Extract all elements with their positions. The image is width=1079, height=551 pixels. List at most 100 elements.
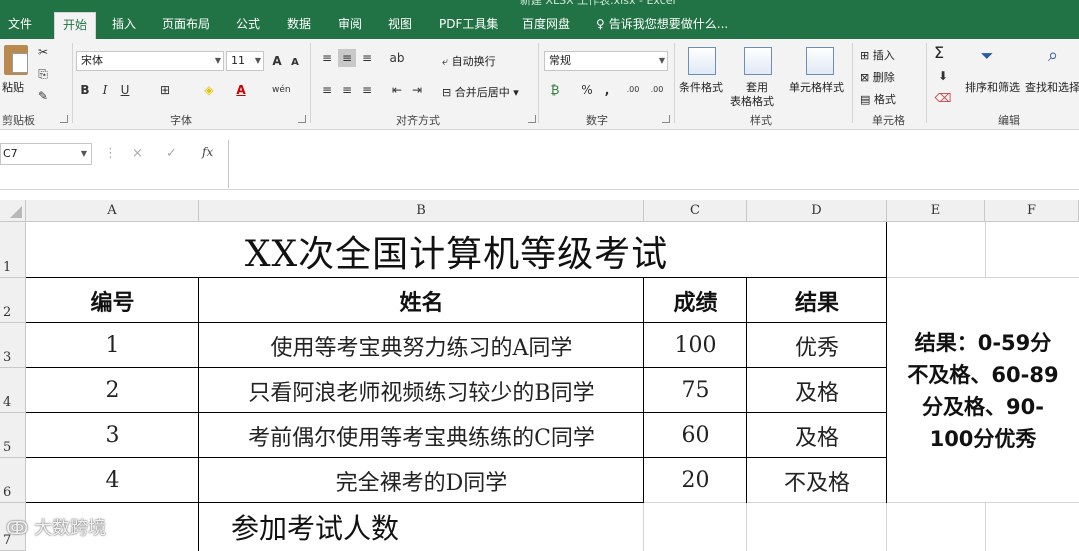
header-result[interactable]: 结果: [747, 278, 887, 323]
alignment-launcher-icon[interactable]: [528, 115, 536, 123]
decrease-indent-icon[interactable]: ⇤: [388, 81, 406, 99]
bold-button[interactable]: B: [76, 81, 94, 99]
conditional-format-label[interactable]: 条件格式: [679, 79, 723, 95]
font-size-select[interactable]: 11 ▼: [226, 51, 264, 71]
copy-icon[interactable]: ⎘: [34, 65, 52, 83]
tab-file[interactable]: 文件: [0, 12, 40, 39]
increase-decimal-button[interactable]: .00: [624, 81, 642, 99]
autosum-button[interactable]: Σ: [934, 43, 944, 62]
align-middle-icon[interactable]: ≡: [338, 49, 356, 67]
format-cells-button[interactable]: ▤ 格式: [860, 91, 896, 107]
cell-result[interactable]: 及格: [747, 368, 887, 413]
align-center-icon[interactable]: ≡: [338, 81, 356, 99]
sort-filter-label[interactable]: 排序和筛选: [965, 79, 1020, 95]
cell-name[interactable]: 完全裸考的D同学: [199, 458, 644, 503]
align-bottom-icon[interactable]: ≡: [358, 49, 376, 67]
insert-function-button[interactable]: fx: [202, 145, 213, 159]
row-header-1[interactable]: 1: [0, 222, 26, 278]
pinyin-button[interactable]: wén: [272, 81, 291, 99]
name-box[interactable]: C7 ▼: [0, 143, 92, 165]
find-select-label[interactable]: 查找和选择: [1025, 79, 1079, 95]
cell-name[interactable]: 考前偶尔使用等考宝典练练的C同学: [199, 413, 644, 458]
cell-result[interactable]: 及格: [747, 413, 887, 458]
delete-cells-button[interactable]: ⊠ 删除: [860, 69, 895, 85]
column-header-b[interactable]: B: [199, 200, 644, 222]
tab-baidu-netdisk[interactable]: 百度网盘: [514, 12, 578, 39]
tell-me-search[interactable]: ♀ 告诉我您想要做什么...: [588, 12, 736, 39]
tab-formulas[interactable]: 公式: [228, 12, 268, 39]
font-launcher-icon[interactable]: [298, 115, 306, 123]
percent-button[interactable]: %: [578, 81, 596, 99]
cell-id[interactable]: 3: [26, 413, 199, 458]
accounting-icon[interactable]: ₿: [546, 81, 564, 99]
row-header-6[interactable]: 6: [0, 458, 26, 503]
tab-data[interactable]: 数据: [279, 12, 319, 39]
row-header-3[interactable]: 3: [0, 323, 26, 368]
formula-input[interactable]: [228, 140, 1079, 188]
select-all-button[interactable]: [0, 200, 26, 222]
format-as-table-icon[interactable]: [744, 47, 772, 75]
cell-id[interactable]: 4: [26, 458, 199, 503]
enter-icon[interactable]: ✓: [166, 146, 177, 161]
column-header-f[interactable]: F: [985, 200, 1079, 222]
cell-result[interactable]: 不及格: [747, 458, 887, 503]
sheet-title[interactable]: XX次全国计算机等级考试: [26, 222, 887, 278]
grow-font-button[interactable]: A: [268, 52, 286, 70]
participant-count-label[interactable]: 参加考试人数: [199, 503, 644, 551]
sort-filter-icon[interactable]: ⏷: [978, 47, 996, 65]
header-name[interactable]: 姓名: [199, 278, 644, 323]
align-left-icon[interactable]: ≡: [318, 81, 336, 99]
row-header-4[interactable]: 4: [0, 368, 26, 413]
find-select-icon[interactable]: ⌕: [1044, 47, 1062, 65]
tab-page-layout[interactable]: 页面布局: [154, 12, 218, 39]
font-color-button[interactable]: A: [232, 81, 250, 99]
merge-center-button[interactable]: ⊟ 合并后居中 ▾: [442, 84, 519, 100]
column-header-a[interactable]: A: [26, 200, 199, 222]
shrink-font-button[interactable]: A: [286, 54, 304, 72]
increase-indent-icon[interactable]: ⇥: [408, 81, 426, 99]
decrease-decimal-button[interactable]: .00: [648, 81, 666, 99]
fill-color-icon[interactable]: ◈: [200, 81, 218, 99]
borders-icon[interactable]: ⊞: [156, 81, 174, 99]
comma-button[interactable]: ,: [598, 81, 616, 99]
format-as-table-label-2[interactable]: 表格格式: [730, 93, 774, 109]
paste-label[interactable]: 粘贴: [2, 79, 24, 95]
cell-id[interactable]: 2: [26, 368, 199, 413]
cell-name[interactable]: 只看阿浪老师视频练习较少的B同学: [199, 368, 644, 413]
number-launcher-icon[interactable]: [662, 115, 670, 123]
column-header-d[interactable]: D: [747, 200, 887, 222]
header-score[interactable]: 成绩: [644, 278, 747, 323]
paste-icon[interactable]: [4, 45, 28, 75]
column-header-c[interactable]: C: [644, 200, 747, 222]
cell-id[interactable]: 1: [26, 323, 199, 368]
wrap-text-button[interactable]: ⤶ 自动换行: [442, 53, 496, 69]
cell-styles-icon[interactable]: [806, 47, 834, 75]
number-format-select[interactable]: 常规 ▼: [544, 51, 668, 71]
tab-home[interactable]: 开始: [54, 12, 97, 39]
grading-note[interactable]: 结果：0-59分 不及格、60-89 分及格、90- 100分优秀: [887, 278, 1079, 503]
insert-cells-button[interactable]: ⊞ 插入: [860, 47, 895, 63]
cell-score[interactable]: 60: [644, 413, 747, 458]
column-header-e[interactable]: E: [887, 200, 985, 222]
tab-view[interactable]: 视图: [380, 12, 420, 39]
tab-insert[interactable]: 插入: [104, 12, 144, 39]
row-header-5[interactable]: 5: [0, 413, 26, 458]
underline-button[interactable]: U: [116, 81, 134, 99]
cell-name[interactable]: 使用等考宝典努力练习的A同学: [199, 323, 644, 368]
tab-pdf-tools[interactable]: PDF工具集: [431, 12, 506, 39]
clear-icon[interactable]: ⌫: [934, 89, 952, 107]
format-painter-icon[interactable]: ✎: [34, 87, 52, 105]
cell-score[interactable]: 20: [644, 458, 747, 503]
italic-button[interactable]: I: [96, 81, 114, 99]
cell-result[interactable]: 优秀: [747, 323, 887, 368]
tab-review[interactable]: 审阅: [330, 12, 370, 39]
cell-score[interactable]: 100: [644, 323, 747, 368]
align-top-icon[interactable]: ≡: [318, 49, 336, 67]
cancel-icon[interactable]: ×: [132, 146, 143, 161]
font-name-select[interactable]: 宋体 ▼: [76, 51, 224, 71]
conditional-format-icon[interactable]: [688, 47, 716, 75]
row-header-2[interactable]: 2: [0, 278, 26, 323]
fill-icon[interactable]: ⬇: [934, 67, 952, 85]
header-id[interactable]: 编号: [26, 278, 199, 323]
clipboard-launcher-icon[interactable]: [60, 115, 68, 123]
